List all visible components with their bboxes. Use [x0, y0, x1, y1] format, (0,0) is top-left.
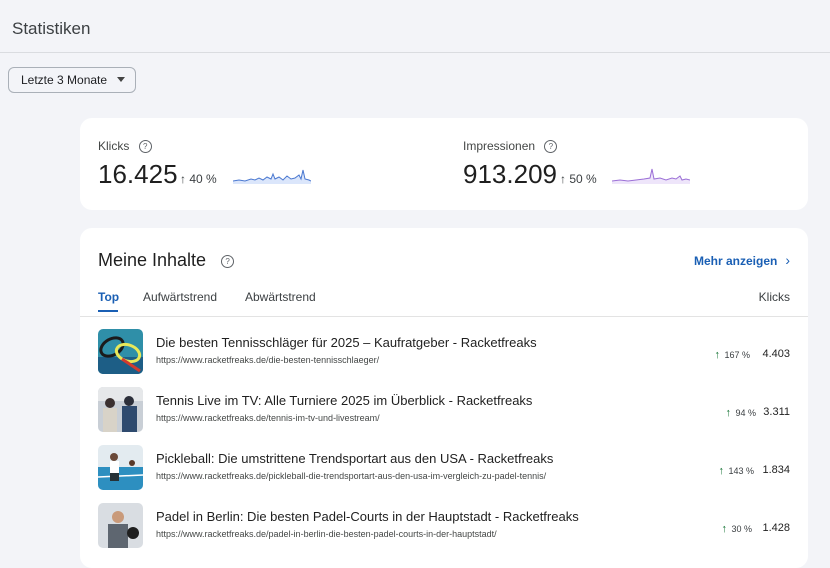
row-delta-value: 167 % — [724, 350, 750, 360]
date-range-dropdown[interactable]: Letzte 3 Monate — [8, 67, 136, 93]
column-header-clicks: Klicks — [758, 290, 790, 304]
row-delta-value: 143 % — [728, 466, 754, 476]
row-delta-value: 30 % — [731, 524, 752, 534]
tab-downward-trend[interactable]: Abwärtstrend — [245, 290, 316, 304]
page-title: Statistiken — [12, 19, 91, 38]
arrow-up-icon: ↑ — [721, 523, 727, 535]
section-title: Meine Inhalte — [98, 250, 207, 270]
row-title: Tennis Live im TV: Alle Turniere 2025 im… — [156, 393, 533, 408]
row-clicks: 1.834 — [762, 464, 790, 476]
clicks-delta: ↑ 40 % — [180, 172, 217, 186]
show-more-link[interactable]: Mehr anzeigen › — [694, 252, 790, 268]
arrow-up-icon: ↑ — [725, 407, 731, 419]
impressions-sparkline — [612, 168, 690, 184]
clicks-delta-value: 40 % — [189, 172, 217, 186]
row-clicks: 4.403 — [762, 348, 790, 360]
help-icon[interactable]: ? — [138, 140, 152, 153]
row-title: Die besten Tennisschläger für 2025 – Kau… — [156, 335, 537, 350]
tab-upward-trend[interactable]: Aufwärtstrend — [143, 290, 217, 304]
divider — [80, 316, 808, 317]
clicks-sparkline — [233, 169, 311, 184]
arrow-up-icon: ↑ — [560, 172, 566, 186]
show-more-label: Mehr anzeigen — [693, 254, 778, 268]
row-clicks: 1.428 — [762, 522, 790, 534]
impressions-delta-value: 50 % — [569, 172, 597, 186]
impressions-label-row: Impressionen ? — [463, 139, 558, 153]
row-url: https://www.racketfreaks.de/pickleball-d… — [156, 471, 547, 481]
arrow-up-icon: ↑ — [714, 349, 720, 361]
impressions-delta: ↑ 50 % — [560, 172, 597, 186]
caret-down-icon — [117, 77, 125, 82]
impressions-label: Impressionen — [463, 139, 536, 153]
thumbnail-image — [98, 503, 143, 548]
help-icon[interactable]: ? — [544, 140, 558, 153]
table-row[interactable]: Pickleball: Die umstrittene Trendsportar… — [80, 445, 808, 493]
row-url: https://www.racketfreaks.de/padel-in-ber… — [156, 529, 497, 539]
table-row[interactable]: Die besten Tennisschläger für 2025 – Kau… — [80, 329, 808, 377]
date-range-label: Letzte 3 Monate — [21, 73, 108, 87]
thumbnail-image — [98, 445, 143, 490]
impressions-value: 913.209 — [463, 159, 557, 189]
table-row[interactable]: Padel in Berlin: Die besten Padel-Courts… — [80, 503, 808, 551]
row-delta: ↑ 143 % — [718, 465, 754, 477]
page-header: Statistiken — [0, 0, 830, 53]
row-title: Pickleball: Die umstrittene Trendsportar… — [156, 451, 554, 466]
content-card: Meine Inhalte ? Mehr anzeigen › Top Aufwä… — [80, 228, 808, 568]
tab-top[interactable]: Top — [98, 290, 119, 304]
chevron-right-icon: › — [785, 252, 790, 268]
row-delta: ↑ 167 % — [714, 349, 750, 361]
row-delta: ↑ 94 % — [725, 407, 756, 419]
help-icon[interactable]: ? — [221, 255, 235, 268]
row-clicks: 3.311 — [763, 406, 790, 418]
thumbnail-image — [98, 329, 143, 374]
row-url: https://www.racketfreaks.de/die-besten-t… — [156, 355, 380, 365]
row-delta-value: 94 % — [735, 408, 756, 418]
table-row[interactable]: Tennis Live im TV: Alle Turniere 2025 im… — [80, 387, 808, 435]
clicks-label-row: Klicks ? — [98, 139, 152, 153]
arrow-up-icon: ↑ — [180, 172, 186, 186]
active-tab-indicator — [98, 310, 118, 312]
clicks-label: Klicks — [98, 139, 130, 153]
thumbnail-image — [98, 387, 143, 432]
stats-card: Klicks ? 16.425 ↑ 40 % Impressionen ? 91… — [80, 118, 808, 210]
section-title-row: Meine Inhalte ? — [98, 250, 235, 271]
arrow-up-icon: ↑ — [718, 465, 724, 477]
row-delta: ↑ 30 % — [721, 523, 752, 535]
row-url: https://www.racketfreaks.de/tennis-im-tv… — [156, 413, 380, 423]
clicks-value: 16.425 — [98, 159, 178, 189]
row-title: Padel in Berlin: Die besten Padel-Courts… — [156, 509, 579, 524]
